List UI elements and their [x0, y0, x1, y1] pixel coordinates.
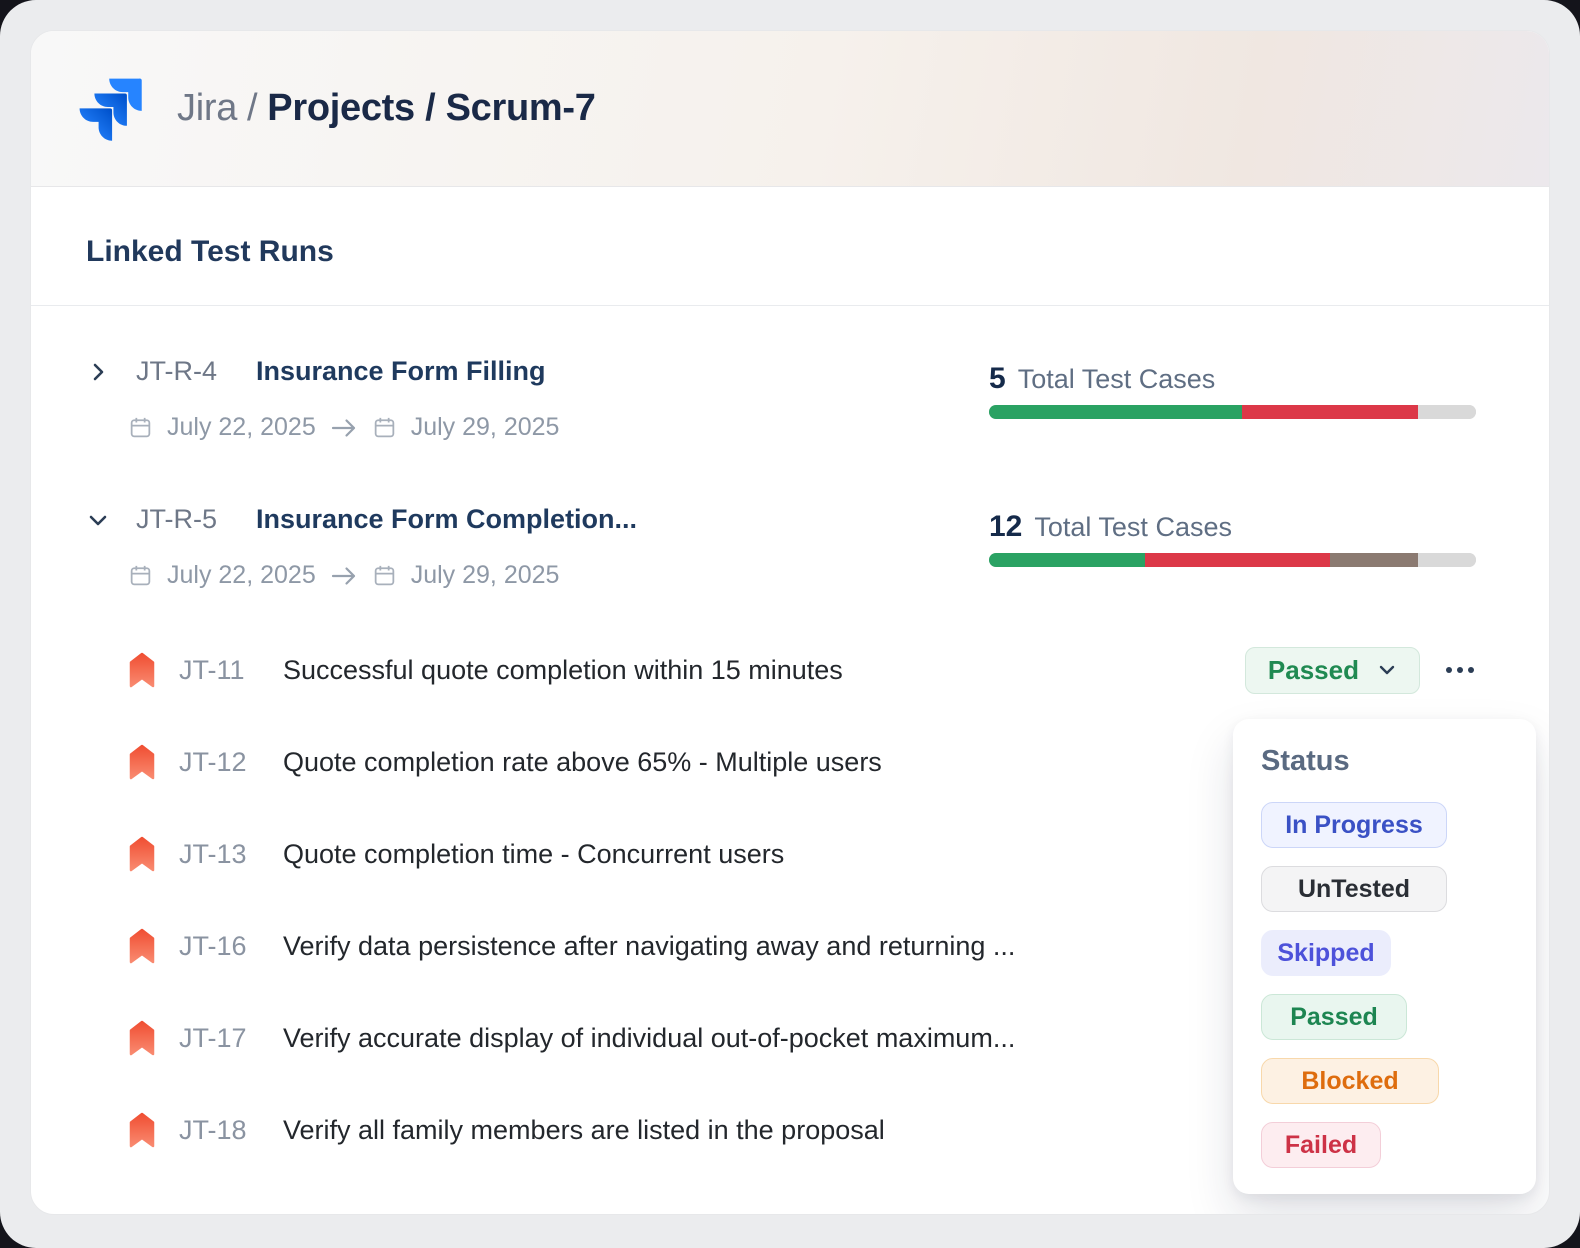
chevron-down-icon: [1377, 660, 1397, 680]
test-case-id: JT-16: [179, 931, 283, 962]
status-select-value: Passed: [1268, 655, 1359, 686]
test-case-title: Successful quote completion within 15 mi…: [283, 655, 1245, 686]
app-window: Jira/Projects / Scrum-7 Linked Test Runs…: [30, 30, 1550, 1215]
chevron-down-icon: [87, 509, 109, 531]
ellipsis-icon: [1446, 667, 1452, 673]
calendar-icon: [372, 415, 397, 440]
run-title: Insurance Form Completion...: [256, 504, 637, 535]
progress-segment-blocked: [1330, 553, 1418, 567]
progress-segment-failed: [1145, 553, 1330, 567]
arrow-right-icon: [330, 565, 358, 587]
page-title: Linked Test Runs: [86, 234, 1476, 270]
status-option-blocked[interactable]: Blocked: [1261, 1058, 1439, 1104]
total-test-cases-label: Total Test Cases: [1018, 364, 1216, 395]
test-case-id: JT-17: [179, 1023, 283, 1054]
test-results-progress-bar: [989, 405, 1476, 419]
start-date: July 22, 2025: [167, 561, 316, 590]
progress-segment-failed: [1242, 405, 1417, 419]
status-select-button[interactable]: Passed: [1245, 647, 1420, 694]
total-test-cases-count: 12: [989, 510, 1022, 544]
test-case-row: JT-11 Successful quote completion within…: [86, 624, 1476, 716]
breadcrumb-divider: /: [247, 87, 257, 129]
more-actions-button[interactable]: [1446, 659, 1476, 681]
run-date-range: July 22, 2025 July 29, 2025: [128, 413, 559, 442]
test-run-row: JT-R-4 Insurance Form Filling July 22, 2…: [86, 356, 1476, 442]
end-date: July 29, 2025: [411, 561, 560, 590]
jira-logo-icon: [77, 75, 143, 143]
end-date: July 29, 2025: [411, 413, 560, 442]
collapse-run-button[interactable]: [86, 508, 110, 532]
total-test-cases-label: Total Test Cases: [1034, 512, 1232, 543]
run-id: JT-R-4: [136, 356, 228, 387]
test-results-progress-bar: [989, 553, 1476, 567]
test-case-bookmark-icon: [129, 652, 155, 688]
expand-run-button[interactable]: [86, 360, 110, 384]
breadcrumb-path: Projects / Scrum-7: [267, 87, 595, 129]
section-divider: [31, 305, 1549, 306]
calendar-icon: [128, 415, 153, 440]
chevron-right-icon: [87, 361, 109, 383]
run-id: JT-R-5: [136, 504, 228, 535]
status-option-untested[interactable]: UnTested: [1261, 866, 1447, 912]
status-panel-title: Status: [1261, 745, 1508, 778]
progress-segment-passed: [989, 553, 1145, 567]
status-option-skipped[interactable]: Skipped: [1261, 930, 1391, 976]
start-date: July 22, 2025: [167, 413, 316, 442]
test-case-bookmark-icon: [129, 1112, 155, 1148]
progress-segment-passed: [989, 405, 1242, 419]
status-option-in-progress[interactable]: In Progress: [1261, 802, 1447, 848]
progress-segment-untested: [1418, 405, 1476, 419]
test-case-bookmark-icon: [129, 1020, 155, 1056]
progress-segment-untested: [1418, 553, 1476, 567]
breadcrumb-app[interactable]: Jira: [177, 87, 237, 129]
app-header: Jira/Projects / Scrum-7: [31, 31, 1549, 187]
test-case-bookmark-icon: [129, 928, 155, 964]
test-case-bookmark-icon: [129, 836, 155, 872]
status-option-passed[interactable]: Passed: [1261, 994, 1407, 1040]
test-run-row: JT-R-5 Insurance Form Completion... July…: [86, 504, 1476, 590]
test-case-id: JT-18: [179, 1115, 283, 1146]
test-case-id: JT-12: [179, 747, 283, 778]
calendar-icon: [372, 563, 397, 588]
status-dropdown-panel: Status In Progress UnTested Skipped Pass…: [1233, 719, 1536, 1194]
screen-background: Jira/Projects / Scrum-7 Linked Test Runs…: [0, 0, 1580, 1248]
test-case-bookmark-icon: [129, 744, 155, 780]
breadcrumb: Jira/Projects / Scrum-7: [177, 87, 596, 130]
calendar-icon: [128, 563, 153, 588]
run-title: Insurance Form Filling: [256, 356, 546, 387]
arrow-right-icon: [330, 417, 358, 439]
test-case-id: JT-11: [179, 655, 283, 686]
status-option-failed[interactable]: Failed: [1261, 1122, 1381, 1168]
run-date-range: July 22, 2025 July 29, 2025: [128, 561, 637, 590]
test-case-id: JT-13: [179, 839, 283, 870]
total-test-cases-count: 5: [989, 362, 1006, 396]
